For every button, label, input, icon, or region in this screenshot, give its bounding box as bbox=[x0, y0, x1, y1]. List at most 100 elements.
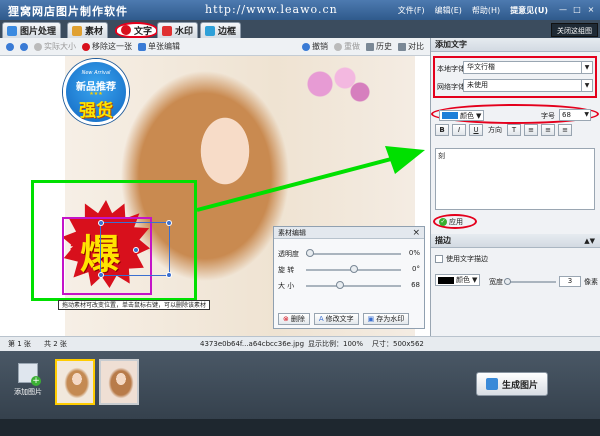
format-toolbar: B I U 方向 T ≡ ≡ ≡ bbox=[435, 124, 572, 136]
delete-button[interactable]: ⊗ 删除 bbox=[278, 313, 310, 325]
zoom-out-button[interactable] bbox=[20, 42, 28, 51]
redo-button[interactable]: 重做 bbox=[334, 41, 360, 52]
compare-button[interactable]: 对比 bbox=[398, 41, 424, 52]
thumbnail-strip: 添加图片 生成图片 bbox=[0, 351, 600, 419]
opacity-knob[interactable] bbox=[306, 249, 314, 257]
save-watermark-button[interactable]: ▣ 存为水印 bbox=[362, 313, 410, 325]
align-right-button[interactable]: ≡ bbox=[558, 124, 572, 136]
vertical-text-button[interactable]: T bbox=[507, 124, 521, 136]
actual-size-button[interactable]: 实际大小 bbox=[34, 41, 76, 52]
material-panel-title: 素材编辑 bbox=[278, 229, 306, 237]
tab-text[interactable]: 文字 bbox=[115, 22, 159, 38]
generate-image-button[interactable]: 生成图片 bbox=[476, 372, 548, 396]
remove-one-label: 移除这一张 bbox=[92, 42, 132, 51]
image-dimensions: 尺寸：500x562 bbox=[372, 340, 424, 348]
size-slider[interactable] bbox=[306, 285, 401, 287]
chevron-down-icon: ▼ bbox=[581, 80, 592, 91]
expand-icon: ▲▼ bbox=[584, 237, 595, 245]
font-size-select[interactable]: 68 ▼ bbox=[559, 109, 591, 121]
actual-size-icon bbox=[34, 42, 42, 51]
add-image-label: 添加图片 bbox=[14, 388, 42, 396]
chevron-down-icon: ▼ bbox=[581, 62, 592, 73]
watermark-icon bbox=[162, 25, 172, 36]
redo-icon bbox=[334, 42, 342, 51]
use-stroke-checkbox[interactable] bbox=[435, 255, 443, 263]
apply-button[interactable]: ✓ 应用 bbox=[439, 217, 463, 227]
close-window-button[interactable]: × bbox=[586, 5, 596, 16]
size-row: 大 小 68 bbox=[278, 279, 422, 291]
underline-button[interactable]: U bbox=[469, 124, 483, 136]
text-color-picker[interactable]: 颜色 ▼ bbox=[439, 110, 485, 121]
material-panel-header: 素材编辑 × bbox=[274, 227, 424, 239]
stroke-color-picker[interactable]: 颜色 ▼ bbox=[435, 274, 481, 286]
annotation-arrow bbox=[196, 146, 425, 212]
close-icon[interactable]: × bbox=[412, 227, 420, 239]
size-knob[interactable] bbox=[336, 281, 344, 289]
size-label: 大 小 bbox=[278, 282, 295, 290]
tab-image-process[interactable]: 图片处理 bbox=[2, 22, 62, 38]
minimize-button[interactable]: — bbox=[558, 5, 568, 16]
resize-handle[interactable] bbox=[98, 272, 104, 278]
resize-handle[interactable] bbox=[98, 220, 104, 226]
bold-button[interactable]: B bbox=[435, 124, 449, 136]
menu-help[interactable]: 帮助(H) bbox=[472, 5, 500, 16]
stroke-width-slider[interactable] bbox=[504, 277, 556, 285]
menu-edit[interactable]: 编辑(E) bbox=[435, 5, 462, 16]
use-stroke-label: 使用文字描边 bbox=[446, 255, 488, 263]
chevron-down-icon: ▼ bbox=[472, 276, 478, 284]
close-group-button[interactable]: 关闭这组图 bbox=[551, 23, 598, 37]
toolbar-right: 撤销 重做 历史 对比 bbox=[302, 41, 430, 52]
tab-label: 水印 bbox=[175, 27, 194, 37]
file-name: 4373e0b64f...a64cbcc36e.jpg bbox=[200, 340, 305, 348]
menu-feedback[interactable]: 提意见(U) bbox=[510, 5, 548, 16]
tab-watermark[interactable]: 水印 bbox=[157, 22, 199, 38]
rotate-handle[interactable] bbox=[133, 247, 139, 253]
color-size-group: 颜色 ▼ 字号 68 ▼ bbox=[431, 104, 599, 124]
thumbnail-2[interactable] bbox=[99, 359, 139, 405]
edit-text-button[interactable]: A 修改文字 bbox=[313, 313, 359, 325]
stroke-unit-label: 像素 bbox=[584, 277, 598, 286]
resize-handle[interactable] bbox=[166, 272, 172, 278]
remove-one-button[interactable]: 移除这一张 bbox=[82, 41, 132, 52]
thumbnail-1[interactable] bbox=[55, 359, 95, 405]
tab-border[interactable]: 边框 bbox=[200, 22, 242, 38]
web-font-select[interactable]: 未使用 ▼ bbox=[463, 79, 593, 92]
opacity-slider[interactable] bbox=[306, 253, 401, 255]
add-image-button[interactable]: 添加图片 bbox=[8, 361, 48, 407]
align-center-button[interactable]: ≡ bbox=[541, 124, 555, 136]
text-color-swatch bbox=[442, 112, 458, 119]
new-product-badge[interactable]: New Arrival 新品推荐 ★★★ 强货 bbox=[63, 59, 129, 125]
app-title: 狸窝网店图片制作软件 bbox=[8, 5, 128, 18]
history-button[interactable]: 历史 bbox=[366, 41, 392, 52]
web-font-label: 网络字体 bbox=[437, 83, 465, 91]
actual-size-label: 实际大小 bbox=[44, 42, 76, 51]
undo-button[interactable]: 撤销 bbox=[302, 41, 328, 52]
app-url[interactable]: http://www.leawo.cn bbox=[205, 3, 338, 16]
single-edit-button[interactable]: 单张编辑 bbox=[138, 41, 180, 52]
direction-label: 方向 bbox=[488, 126, 502, 134]
remove-icon bbox=[82, 42, 90, 51]
text-content-input[interactable]: 刻 bbox=[435, 148, 595, 210]
menu-file[interactable]: 文件(F) bbox=[398, 5, 425, 16]
local-font-select[interactable]: 华文行楷 ▼ bbox=[463, 61, 593, 74]
tab-material[interactable]: 素材 bbox=[67, 22, 109, 38]
opacity-row: 透明度 0% bbox=[278, 247, 422, 259]
opacity-value: 0% bbox=[408, 249, 420, 257]
rotate-label: 旋 转 bbox=[278, 266, 295, 274]
size-value: 68 bbox=[411, 281, 420, 289]
generate-label: 生成图片 bbox=[501, 380, 538, 391]
maximize-button[interactable]: □ bbox=[572, 5, 582, 16]
local-font-label: 本地字体 bbox=[437, 65, 465, 73]
align-left-button[interactable]: ≡ bbox=[524, 124, 538, 136]
zoom-in-button[interactable] bbox=[6, 42, 14, 51]
resize-handle[interactable] bbox=[166, 220, 172, 226]
italic-button[interactable]: I bbox=[452, 124, 466, 136]
use-stroke-row[interactable]: 使用文字描边 bbox=[435, 254, 488, 264]
stroke-header[interactable]: 描边 ▲▼ bbox=[431, 234, 600, 248]
rotate-knob[interactable] bbox=[350, 265, 358, 273]
stroke-width-knob[interactable] bbox=[504, 277, 511, 285]
stroke-width-input[interactable]: 3 bbox=[559, 276, 581, 287]
badge-line2: 强货 bbox=[79, 101, 113, 121]
tab-label: 边框 bbox=[218, 27, 237, 37]
text-transform-box[interactable] bbox=[98, 220, 172, 278]
